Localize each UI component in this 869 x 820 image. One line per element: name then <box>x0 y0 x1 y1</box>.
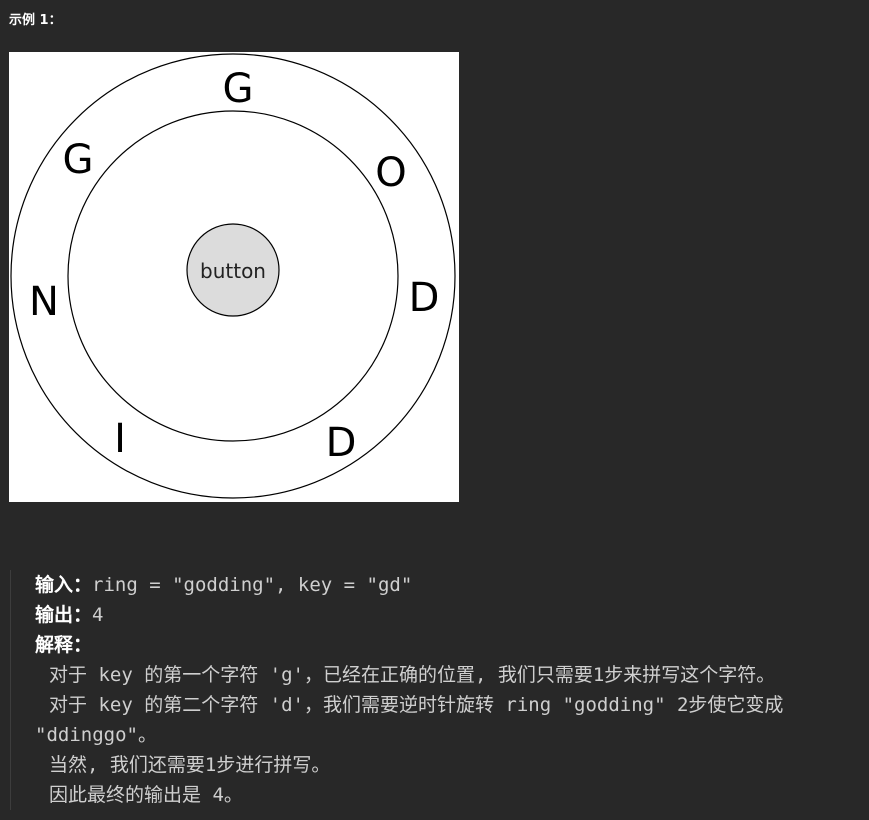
explain-text-line: 对于 key 的第一个字符 'g'，已经在正确的位置, 我们只需要1步来拼写这个… <box>49 664 776 686</box>
ring-letter-upper-left: G <box>63 137 94 183</box>
explain-text-line: 对于 key 的第二个字符 'd'，我们需要逆时针旋转 ring "goddin… <box>49 694 784 716</box>
example-heading: 示例 1： <box>9 13 62 28</box>
explain-text-line: 当然, 我们还需要1步进行拼写。 <box>49 754 331 776</box>
output-label: 输出： <box>35 604 93 626</box>
example-text-block: 输入：ring = "godding", key = "gd" 输出：4 解释：… <box>10 570 869 810</box>
ring-letter-upper-right: O <box>375 150 406 196</box>
output-line: 输出：4 <box>35 600 103 630</box>
explain-text-line: "ddinggo"。 <box>35 724 157 746</box>
ring-diagram: button G O D D I N G <box>9 52 459 502</box>
ring-diagram-svg: button G O D D I N G <box>10 53 456 499</box>
input-line: 输入：ring = "godding", key = "gd" <box>35 570 412 600</box>
center-button-label: button <box>200 259 266 283</box>
ring-letter-lower-left: I <box>114 416 126 462</box>
ring-letter-top: G <box>223 66 254 112</box>
ring-letter-left: N <box>29 279 59 325</box>
ring-letter-lower-right: D <box>326 420 357 466</box>
output-value: 4 <box>92 604 104 626</box>
explain-line: 解释： <box>35 630 92 660</box>
ring-letter-right: D <box>409 275 440 321</box>
explain-label: 解释： <box>35 634 93 656</box>
explain-text-line: 因此最终的输出是 4。 <box>49 784 243 806</box>
input-value: ring = "godding", key = "gd" <box>92 574 413 596</box>
input-label: 输入： <box>35 574 93 596</box>
